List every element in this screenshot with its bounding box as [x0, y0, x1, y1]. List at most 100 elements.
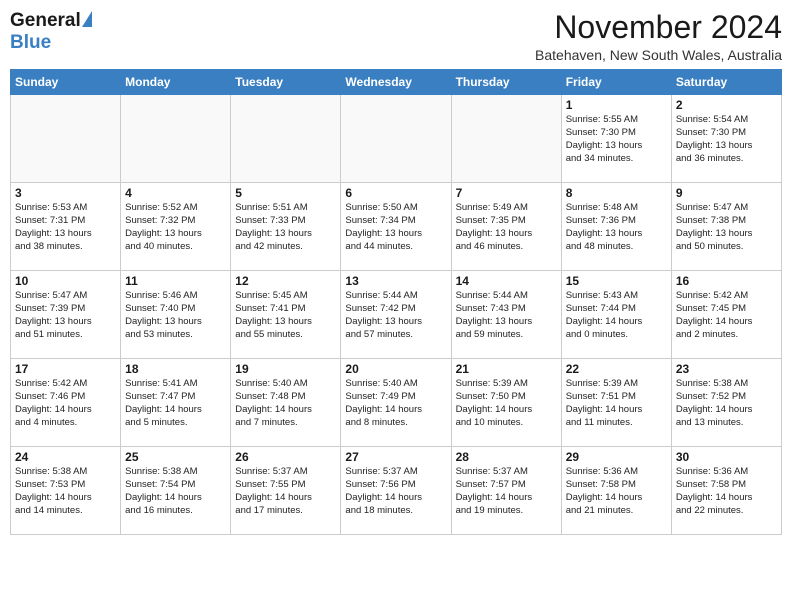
day-cell: 28 Sunrise: 5:37 AM Sunset: 7:57 PM Dayli…: [451, 447, 561, 535]
logo-line2: Blue: [10, 32, 92, 54]
day-cell: 15Sunrise: 5:43 AM Sunset: 7:44 PM Dayli…: [561, 271, 671, 359]
day-number: 20: [345, 362, 446, 376]
day-info: Sunrise: 5:52 AM Sunset: 7:32 PM Dayligh…: [125, 202, 226, 253]
day-info: Sunrise: 5:39 AM Sunset: 7:50 PM Dayligh…: [456, 378, 557, 429]
day-number: 7: [456, 186, 557, 200]
day-number: 1: [566, 98, 667, 112]
day-info: Sunrise: 5:40 AM Sunset: 7:49 PM Dayligh…: [345, 378, 446, 429]
day-number: 30: [676, 450, 777, 464]
day-info: Sunrise: 5:37 AM Sunset: 7:55 PM Dayligh…: [235, 466, 336, 517]
weekday-header-friday: Friday: [561, 70, 671, 95]
title-area: November 2024 Batehaven, New South Wales…: [535, 10, 782, 63]
day-cell: 19 Sunrise: 5:40 AM Sunset: 7:48 PM Dayli…: [231, 359, 341, 447]
day-cell: 6 Sunrise: 5:50 AM Sunset: 7:34 PM Daylig…: [341, 183, 451, 271]
day-info: Sunrise: 5:38 AM Sunset: 7:54 PM Dayligh…: [125, 466, 226, 517]
day-info: Sunrise: 5:41 AM Sunset: 7:47 PM Dayligh…: [125, 378, 226, 429]
day-cell: 11Sunrise: 5:46 AM Sunset: 7:40 PM Dayli…: [121, 271, 231, 359]
day-number: 24: [15, 450, 116, 464]
logo-general: General: [10, 10, 81, 31]
day-info: Sunrise: 5:44 AM Sunset: 7:43 PM Dayligh…: [456, 290, 557, 341]
day-cell: 13 Sunrise: 5:44 AM Sunset: 7:42 PM Dayli…: [341, 271, 451, 359]
day-number: 12: [235, 274, 336, 288]
day-cell: 17 Sunrise: 5:42 AM Sunset: 7:46 PM Dayli…: [11, 359, 121, 447]
day-number: 9: [676, 186, 777, 200]
weekday-header-tuesday: Tuesday: [231, 70, 341, 95]
weekday-header-monday: Monday: [121, 70, 231, 95]
day-cell: 8Sunrise: 5:48 AM Sunset: 7:36 PM Daylig…: [561, 183, 671, 271]
day-info: Sunrise: 5:38 AM Sunset: 7:53 PM Dayligh…: [15, 466, 116, 517]
day-number: 28: [456, 450, 557, 464]
day-info: Sunrise: 5:44 AM Sunset: 7:42 PM Dayligh…: [345, 290, 446, 341]
day-cell: 1 Sunrise: 5:55 AM Sunset: 7:30 PM Daylig…: [561, 95, 671, 183]
day-info: Sunrise: 5:43 AM Sunset: 7:44 PM Dayligh…: [566, 290, 667, 341]
day-number: 25: [125, 450, 226, 464]
month-title: November 2024: [535, 10, 782, 45]
day-info: Sunrise: 5:39 AM Sunset: 7:51 PM Dayligh…: [566, 378, 667, 429]
day-info: Sunrise: 5:37 AM Sunset: 7:57 PM Dayligh…: [456, 466, 557, 517]
day-number: 6: [345, 186, 446, 200]
day-cell: [121, 95, 231, 183]
week-row-3: 10 Sunrise: 5:47 AM Sunset: 7:39 PM Dayli…: [11, 271, 782, 359]
day-number: 21: [456, 362, 557, 376]
day-number: 5: [235, 186, 336, 200]
day-number: 14: [456, 274, 557, 288]
day-cell: 2 Sunrise: 5:54 AM Sunset: 7:30 PM Daylig…: [671, 95, 781, 183]
weekday-header-sunday: Sunday: [11, 70, 121, 95]
day-info: Sunrise: 5:36 AM Sunset: 7:58 PM Dayligh…: [566, 466, 667, 517]
day-cell: 24 Sunrise: 5:38 AM Sunset: 7:53 PM Dayli…: [11, 447, 121, 535]
day-cell: [231, 95, 341, 183]
day-cell: 21 Sunrise: 5:39 AM Sunset: 7:50 PM Dayli…: [451, 359, 561, 447]
weekday-header-saturday: Saturday: [671, 70, 781, 95]
day-info: Sunrise: 5:42 AM Sunset: 7:45 PM Dayligh…: [676, 290, 777, 341]
day-cell: [341, 95, 451, 183]
day-cell: 9 Sunrise: 5:47 AM Sunset: 7:38 PM Daylig…: [671, 183, 781, 271]
day-cell: 12 Sunrise: 5:45 AM Sunset: 7:41 PM Dayli…: [231, 271, 341, 359]
page-header: General Blue November 2024 Batehaven, Ne…: [10, 10, 782, 63]
logo-triangle-icon: [82, 11, 92, 27]
day-cell: [451, 95, 561, 183]
day-number: 10: [15, 274, 116, 288]
week-row-5: 24 Sunrise: 5:38 AM Sunset: 7:53 PM Dayli…: [11, 447, 782, 535]
day-cell: 16 Sunrise: 5:42 AM Sunset: 7:45 PM Dayli…: [671, 271, 781, 359]
day-info: Sunrise: 5:54 AM Sunset: 7:30 PM Dayligh…: [676, 114, 777, 165]
day-cell: 18 Sunrise: 5:41 AM Sunset: 7:47 PM Dayli…: [121, 359, 231, 447]
weekday-header-row: SundayMondayTuesdayWednesdayThursdayFrid…: [11, 70, 782, 95]
calendar-table: SundayMondayTuesdayWednesdayThursdayFrid…: [10, 69, 782, 535]
day-cell: 20 Sunrise: 5:40 AM Sunset: 7:49 PM Dayli…: [341, 359, 451, 447]
weekday-header-thursday: Thursday: [451, 70, 561, 95]
day-number: 2: [676, 98, 777, 112]
day-info: Sunrise: 5:47 AM Sunset: 7:38 PM Dayligh…: [676, 202, 777, 253]
location-title: Batehaven, New South Wales, Australia: [535, 47, 782, 63]
day-info: Sunrise: 5:36 AM Sunset: 7:58 PM Dayligh…: [676, 466, 777, 517]
day-info: Sunrise: 5:53 AM Sunset: 7:31 PM Dayligh…: [15, 202, 116, 253]
day-number: 13: [345, 274, 446, 288]
day-number: 17: [15, 362, 116, 376]
day-cell: 30 Sunrise: 5:36 AM Sunset: 7:58 PM Dayli…: [671, 447, 781, 535]
day-info: Sunrise: 5:40 AM Sunset: 7:48 PM Dayligh…: [235, 378, 336, 429]
day-info: Sunrise: 5:49 AM Sunset: 7:35 PM Dayligh…: [456, 202, 557, 253]
day-cell: 29 Sunrise: 5:36 AM Sunset: 7:58 PM Dayli…: [561, 447, 671, 535]
day-number: 18: [125, 362, 226, 376]
day-number: 26: [235, 450, 336, 464]
day-info: Sunrise: 5:42 AM Sunset: 7:46 PM Dayligh…: [15, 378, 116, 429]
day-cell: 26 Sunrise: 5:37 AM Sunset: 7:55 PM Dayli…: [231, 447, 341, 535]
day-info: Sunrise: 5:47 AM Sunset: 7:39 PM Dayligh…: [15, 290, 116, 341]
weekday-header-wednesday: Wednesday: [341, 70, 451, 95]
day-cell: 3 Sunrise: 5:53 AM Sunset: 7:31 PM Daylig…: [11, 183, 121, 271]
day-cell: 4Sunrise: 5:52 AM Sunset: 7:32 PM Daylig…: [121, 183, 231, 271]
day-cell: 23Sunrise: 5:38 AM Sunset: 7:52 PM Dayli…: [671, 359, 781, 447]
day-info: Sunrise: 5:45 AM Sunset: 7:41 PM Dayligh…: [235, 290, 336, 341]
day-info: Sunrise: 5:51 AM Sunset: 7:33 PM Dayligh…: [235, 202, 336, 253]
day-cell: [11, 95, 121, 183]
day-number: 29: [566, 450, 667, 464]
day-number: 16: [676, 274, 777, 288]
day-number: 19: [235, 362, 336, 376]
week-row-1: 1 Sunrise: 5:55 AM Sunset: 7:30 PM Daylig…: [11, 95, 782, 183]
day-number: 3: [15, 186, 116, 200]
day-info: Sunrise: 5:55 AM Sunset: 7:30 PM Dayligh…: [566, 114, 667, 165]
day-info: Sunrise: 5:50 AM Sunset: 7:34 PM Dayligh…: [345, 202, 446, 253]
day-cell: 27Sunrise: 5:37 AM Sunset: 7:56 PM Dayli…: [341, 447, 451, 535]
day-cell: 25 Sunrise: 5:38 AM Sunset: 7:54 PM Dayli…: [121, 447, 231, 535]
logo: General Blue: [10, 10, 92, 54]
day-info: Sunrise: 5:38 AM Sunset: 7:52 PM Dayligh…: [676, 378, 777, 429]
